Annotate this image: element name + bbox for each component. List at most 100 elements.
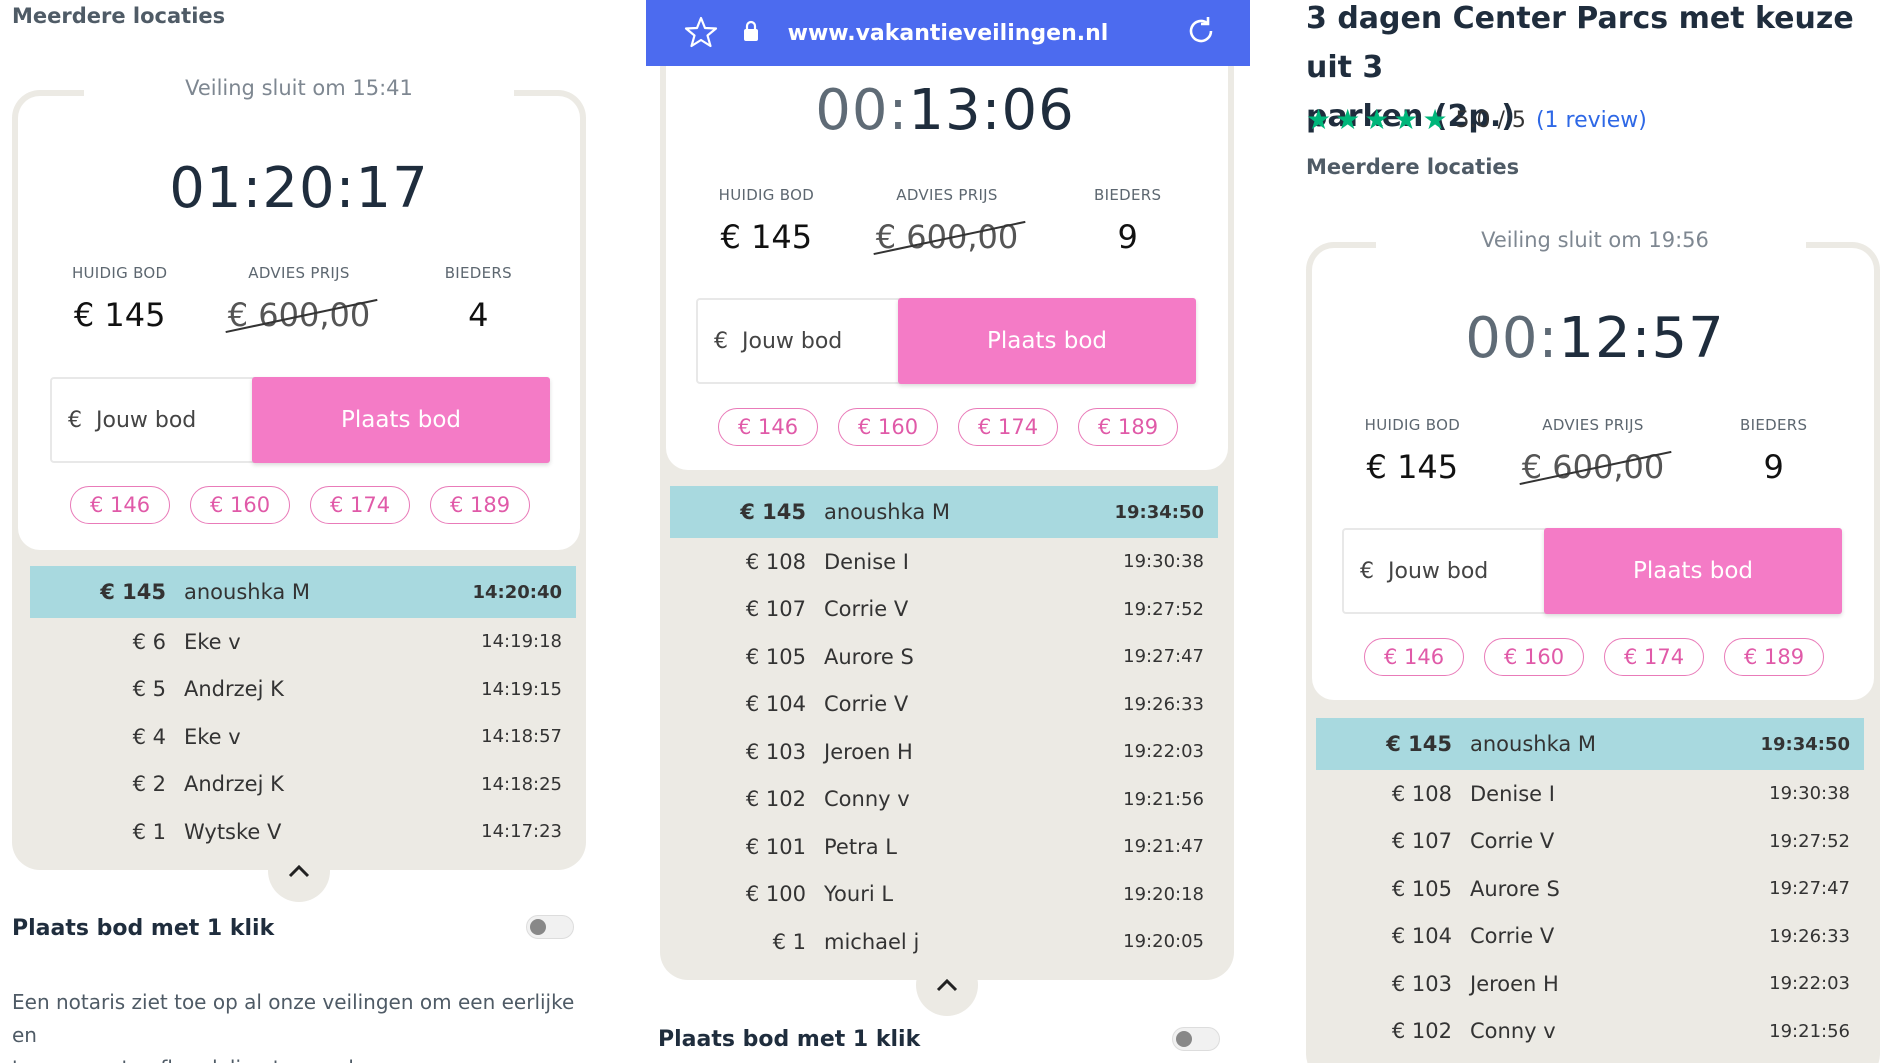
quick-bid-chip[interactable]: € 189 <box>1724 638 1824 676</box>
bid-input[interactable]: € Jouw bod <box>52 379 252 461</box>
place-bid-button[interactable]: Plaats bod <box>898 298 1196 384</box>
bidders-value: 9 <box>1117 218 1138 256</box>
one-click-toggle[interactable] <box>526 915 574 939</box>
bidder-name: Eke v <box>184 724 241 749</box>
url-text[interactable]: www.vakantieveilingen.nl <box>646 21 1250 46</box>
bid-time: 19:27:47 <box>1769 878 1850 900</box>
bid-time: 19:21:47 <box>1123 836 1204 858</box>
quick-bid-chip[interactable]: € 189 <box>1078 408 1178 446</box>
chevron-up-icon <box>288 864 310 878</box>
current-bid-label: HUIDIG BOD <box>1364 416 1461 434</box>
bid-form: € Jouw bod Plaats bod <box>696 298 1196 384</box>
bid-time: 19:20:18 <box>1123 883 1204 905</box>
locations-title: Meerdere locaties <box>12 4 226 28</box>
bid-time: 19:26:33 <box>1123 693 1204 715</box>
bid-history: € 145 anoushka M 19:34:50 € 108 Denise I 19:… <box>1316 718 1864 1055</box>
chevron-up-icon <box>936 978 958 992</box>
bid-amount: € 101 <box>745 834 806 859</box>
bidders-value: 9 <box>1763 448 1784 486</box>
bid-history: € 145 anoushka M 14:20:40 € 6 Eke v 14:19:18… <box>30 566 576 856</box>
bid-amount: € 145 <box>740 500 806 524</box>
one-click-toggle[interactable] <box>1172 1027 1220 1051</box>
bid-time: 19:34:50 <box>1114 501 1204 523</box>
auction-panel-3: 3 dagen Center Parcs met keuze uit 3 par… <box>1300 0 1890 1063</box>
advice-price-label: ADVIES PRIJS <box>896 186 998 204</box>
bidder-name: Denise I <box>824 549 909 574</box>
bid-input-placeholder: Jouw bod <box>96 407 197 433</box>
place-bid-button[interactable]: Plaats bod <box>1544 528 1842 614</box>
bid-time: 19:22:03 <box>1769 973 1850 995</box>
advice-price-stat: ADVIES PRIJS € 600,00 <box>857 186 1038 256</box>
one-click-label: Plaats bod met 1 klik <box>12 916 275 941</box>
bid-time: 19:21:56 <box>1769 1020 1850 1042</box>
bid-amount: € 6 <box>132 629 166 654</box>
bid-amount: € 102 <box>1391 1019 1452 1044</box>
bid-form: € Jouw bod Plaats bod <box>1342 528 1842 614</box>
current-bid-stat: HUIDIG BOD € 145 <box>676 186 857 256</box>
bidder-name: Corrie V <box>1470 924 1555 949</box>
bid-time: 14:17:23 <box>481 821 562 843</box>
browser-address-bar: www.vakantieveilingen.nl <box>646 0 1250 66</box>
bidder-name: Wytske V <box>184 819 282 844</box>
bid-time: 14:18:25 <box>481 773 562 795</box>
bidder-name: Corrie V <box>1470 829 1555 854</box>
bid-row: € 102 Conny v 19:21:56 <box>1316 1008 1864 1056</box>
auction-stats: HUIDIG BOD € 145 ADVIES PRIJS € 600,00 B… <box>676 186 1218 256</box>
bid-time: 19:21:56 <box>1123 788 1204 810</box>
bidders-stat: BIEDERS 4 <box>389 264 568 334</box>
bid-row: € 108 Denise I 19:30:38 <box>1316 770 1864 818</box>
countdown-timer: 00:13:06 <box>815 78 1075 143</box>
current-bid-value: € 145 <box>1366 448 1459 486</box>
bidder-name: anoushka M <box>824 500 951 524</box>
review-link[interactable]: (1 review) <box>1536 108 1647 133</box>
quick-bid-chip[interactable]: € 146 <box>718 408 818 446</box>
star-icon: ★ <box>1422 103 1448 136</box>
quick-bid-chip[interactable]: € 146 <box>1364 638 1464 676</box>
quick-bid-chip[interactable]: € 160 <box>190 486 290 524</box>
advice-price-label: ADVIES PRIJS <box>248 264 350 282</box>
bid-row: € 100 Youri L 19:20:18 <box>670 871 1218 919</box>
advice-price-value: € 600,00 <box>227 296 371 334</box>
bid-input[interactable]: € Jouw bod <box>698 300 898 382</box>
bid-row: € 104 Corrie V 19:26:33 <box>1316 913 1864 961</box>
bid-amount: € 107 <box>745 597 806 622</box>
quick-bid-chip[interactable]: € 146 <box>70 486 170 524</box>
bid-amount: € 4 <box>132 724 166 749</box>
quick-bid-chips: € 146 € 160 € 174 € 189 <box>1364 638 1824 676</box>
quick-bid-chip[interactable]: € 174 <box>1604 638 1704 676</box>
closing-time: Veiling sluit om 19:56 <box>1481 228 1709 252</box>
bid-time: 14:20:40 <box>472 581 562 603</box>
bid-input[interactable]: € Jouw bod <box>1344 530 1544 612</box>
quick-bid-chips: € 146 € 160 € 174 € 189 <box>70 486 530 524</box>
quick-bid-chip[interactable]: € 160 <box>838 408 938 446</box>
quick-bid-chip[interactable]: € 174 <box>310 486 410 524</box>
quick-bid-chip[interactable]: € 174 <box>958 408 1058 446</box>
bidder-name: Corrie V <box>824 692 909 717</box>
star-icon: ★ <box>1393 103 1419 136</box>
bid-row: € 103 Jeroen H 19:22:03 <box>1316 960 1864 1008</box>
euro-icon: € <box>714 328 728 354</box>
bid-amount: € 103 <box>745 739 806 764</box>
current-bid-stat: HUIDIG BOD € 145 <box>1322 416 1503 486</box>
quick-bid-chips: € 146 € 160 € 174 € 189 <box>718 408 1178 446</box>
bid-time: 19:27:52 <box>1123 598 1204 620</box>
collapse-button[interactable] <box>268 840 330 902</box>
bidders-value: 4 <box>468 296 489 334</box>
quick-bid-chip[interactable]: € 160 <box>1484 638 1584 676</box>
reload-icon[interactable] <box>1184 14 1218 48</box>
place-bid-button[interactable]: Plaats bod <box>252 377 550 463</box>
bidder-name: Conny v <box>824 787 910 812</box>
bidders-label: BIEDERS <box>1094 186 1162 204</box>
bid-row-leading: € 145 anoushka M 19:34:50 <box>670 486 1218 538</box>
quick-bid-chip[interactable]: € 189 <box>430 486 530 524</box>
bid-row: € 103 Jeroen H 19:22:03 <box>670 728 1218 776</box>
advice-price-stat: ADVIES PRIJS € 600,00 <box>209 264 388 334</box>
collapse-button[interactable] <box>916 954 978 1016</box>
bid-time: 19:27:47 <box>1123 646 1204 668</box>
bidder-name: anoushka M <box>1470 732 1597 756</box>
bid-amount: € 107 <box>1391 829 1452 854</box>
bid-amount: € 5 <box>132 677 166 702</box>
advice-price-stat: ADVIES PRIJS € 600,00 <box>1503 416 1684 486</box>
bidder-name: Conny v <box>1470 1019 1556 1044</box>
bid-row: € 104 Corrie V 19:26:33 <box>670 681 1218 729</box>
